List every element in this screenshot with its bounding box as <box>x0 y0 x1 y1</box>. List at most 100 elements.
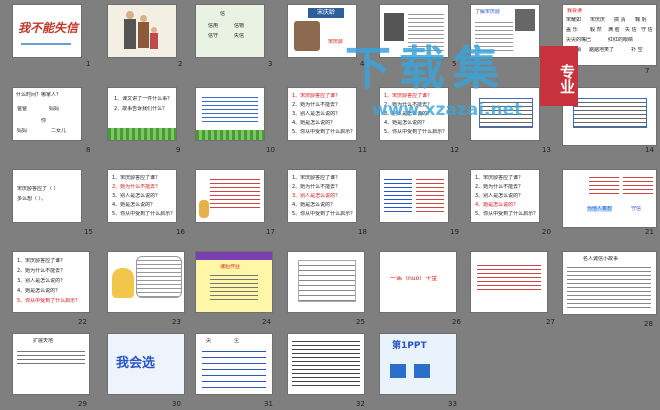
slide-thumbnail-19[interactable] <box>380 170 448 222</box>
question-item: 5、你从中受到了什么启示？ <box>384 129 448 135</box>
slide-thumbnail-9[interactable]: 1、课文讲了一件什么事？ 2、故事告诉我们什么？ <box>108 88 176 140</box>
slide-number-9: 9 <box>176 146 181 154</box>
slide-number-19: 19 <box>450 228 459 236</box>
slide-line: 妈妈 <box>49 106 60 112</box>
word-item: 鞠 躬 <box>635 17 647 23</box>
text-block <box>589 174 619 194</box>
slide-header: 我会读 <box>567 8 583 14</box>
text-block <box>202 346 266 390</box>
slide-thumbnail-29[interactable]: 扩展天地 <box>13 334 89 394</box>
slide-number-1: 1 <box>86 60 91 68</box>
word-item: 宋耀如 <box>566 17 582 23</box>
text-block <box>210 272 258 302</box>
word-item: 满 脸 <box>608 27 620 33</box>
slide-thumbnail-20[interactable]: 1、宋庆龄答应了谁？ 2、她为什么不能去？ 3、别人是怎么说的？ 4、她是怎么说… <box>471 170 539 222</box>
text-block <box>292 338 360 388</box>
slide-line: 什么时间？哪家人？ <box>16 92 62 98</box>
slide-number-10: 10 <box>266 146 275 154</box>
slide-line: 信用 <box>208 23 219 29</box>
slide-thumbnail-21[interactable]: 为他人着想 守信 <box>563 170 656 227</box>
slide-title: 我会选 <box>116 356 156 371</box>
slide-thumbnail-27[interactable] <box>471 252 547 312</box>
word-item: 守 信 <box>641 27 653 33</box>
slide-number-23: 23 <box>172 318 181 326</box>
slide-thumbnail-23[interactable] <box>108 252 184 312</box>
slide-thumbnail-8[interactable]: 什么时间？哪家人？ 爸爸 妈妈 你 妈妈 二女儿 <box>13 88 81 140</box>
slide-number-16: 16 <box>176 228 185 236</box>
slide-number-18: 18 <box>358 228 367 236</box>
question-item: 2、她为什么不能去？ <box>292 184 341 190</box>
slide-line: 你 <box>41 118 47 124</box>
slide-line: 名人诚信小故事 <box>583 256 619 262</box>
speech-bubble <box>136 256 182 298</box>
slide-thumbnail-26[interactable]: 一诺（nuò）千金 <box>380 252 456 312</box>
slide-thumbnail-3[interactable]: 信 信用 信物 信守 失信 <box>196 5 264 57</box>
watermark-title: 下载集 <box>345 41 507 95</box>
slide-number-15: 15 <box>84 228 93 236</box>
slide-line: 2、故事告诉我们什么？ <box>114 106 168 112</box>
slide-line: 妈妈 <box>17 128 28 134</box>
text-block <box>210 176 260 210</box>
question-item: 2、她为什么不能去？ <box>475 184 524 190</box>
word-item: 红红的眼睛 <box>608 37 634 43</box>
slide-line: 尘 <box>234 338 240 344</box>
word-item: 搞 清 <box>614 17 626 23</box>
slide-number-29: 29 <box>78 400 87 408</box>
character-illustration <box>112 268 134 298</box>
slide-number-30: 30 <box>172 400 181 408</box>
question-item: 4、她是怎么说的？ <box>17 288 61 294</box>
slide-line: 尖 <box>206 338 212 344</box>
slide-line: 二女儿 <box>51 128 67 134</box>
slide-thumbnail-2[interactable] <box>108 5 176 57</box>
slide-thumbnail-10[interactable] <box>196 88 264 140</box>
slide-number-31: 31 <box>264 400 273 408</box>
grass-decoration <box>196 130 264 140</box>
slide-thumbnail-24[interactable]: 课后作业 <box>196 252 272 312</box>
slide-line: 多么想（ ）。 <box>17 196 47 202</box>
slide-thumbnail-16[interactable]: 1、宋庆龄答应了谁？ 2、她为什么不能去？ 3、别人是怎么说的？ 4、她是怎么说… <box>108 170 176 222</box>
slide-header: 了解宋庆龄 <box>475 9 501 15</box>
blue-tile <box>390 364 406 378</box>
portrait-photo <box>515 9 535 31</box>
character-illustration <box>199 200 209 218</box>
slide-line: 为他人着想 <box>587 206 613 212</box>
slide-thumbnail-28[interactable]: 名人诚信小故事 <box>563 252 656 314</box>
slide-number-17: 17 <box>266 228 275 236</box>
watermark-badge: 专业 <box>540 46 578 106</box>
slide-number-21: 21 <box>645 228 654 236</box>
slide-number-24: 24 <box>262 318 271 326</box>
slide-thumbnail-31[interactable]: 尖 尘 <box>196 334 272 394</box>
slide-thumbnail-15[interactable]: 宋庆龄答应了（ ） 多么想（ ）。 <box>13 170 81 222</box>
slide-thumbnail-32[interactable] <box>288 334 364 394</box>
slide-thumbnail-18[interactable]: 1、宋庆龄答应了谁？ 2、她为什么不能去？ 3、别人是怎么说的？ 4、她是怎么说… <box>288 170 356 222</box>
slide-thumbnail-33[interactable]: 第1PPT <box>380 334 456 394</box>
text-block <box>567 264 651 308</box>
word-item: 宋庆庆 <box>590 17 606 23</box>
slide-number-7: 7 <box>645 67 650 75</box>
slide-thumbnail-22[interactable]: 1、宋庆龄答应了谁？ 2、她为什么不能去？ 3、别人是怎么说的？ 4、她是怎么说… <box>13 252 89 312</box>
slide-line: 一诺（nuò）千金 <box>390 276 438 282</box>
slide-number-2: 2 <box>178 60 183 68</box>
question-item: 5、你从中受到了什么启示？ <box>112 211 176 217</box>
slide-line: 扩展天地 <box>33 338 54 344</box>
slide-line: 1、课文讲了一件什么事？ <box>114 96 173 102</box>
slide-thumbnail-25[interactable] <box>288 252 364 312</box>
slide-line: 宋庆龄答应了（ ） <box>17 186 59 192</box>
slide-thumbnail-30[interactable]: 我会选 <box>108 334 184 394</box>
name-badge: 宋庆龄 <box>308 8 344 18</box>
slide-thumbnail-1[interactable]: 我不能失信 <box>13 5 81 57</box>
slide-number-33: 33 <box>448 400 457 408</box>
slide-line: 失信 <box>234 33 245 39</box>
text-block <box>384 176 412 212</box>
slide-line: 信物 <box>234 23 245 29</box>
slide-thumbnail-17[interactable] <box>196 170 264 222</box>
portrait-photo <box>294 21 320 51</box>
question-item: 3、别人是怎么说的？ <box>292 193 341 199</box>
question-item: 1、宋庆龄答应了谁？ <box>292 93 341 99</box>
slide-number-22: 22 <box>78 318 87 326</box>
word-item: 踮踮地笑了 <box>589 47 615 53</box>
watermark-url: www.xzazai.net <box>372 100 523 120</box>
text-block <box>17 348 85 364</box>
question-item: 2、她为什么不能去？ <box>112 184 161 190</box>
slide-line: 爸爸 <box>17 106 28 112</box>
